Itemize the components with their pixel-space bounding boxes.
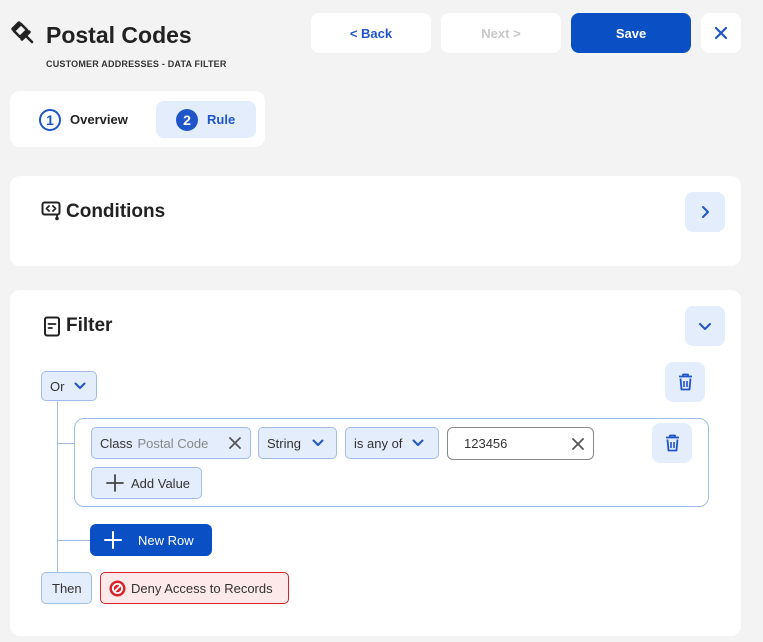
next-button[interactable]: Next > bbox=[441, 13, 561, 53]
step-label: Rule bbox=[207, 112, 236, 127]
new-row-button[interactable]: New Row bbox=[90, 524, 212, 556]
back-button[interactable]: < Back bbox=[311, 13, 431, 53]
deny-icon bbox=[109, 580, 126, 596]
save-button[interactable]: Save bbox=[571, 13, 691, 53]
page-title: Postal Codes bbox=[46, 22, 192, 48]
chevron-down-icon bbox=[699, 323, 711, 330]
step-overview[interactable]: 1 Overview bbox=[37, 101, 137, 138]
expand-conditions-button[interactable] bbox=[685, 192, 725, 232]
delete-row-button[interactable] bbox=[652, 423, 692, 463]
step-number: 1 bbox=[39, 108, 61, 131]
chevron-down-icon bbox=[312, 439, 324, 446]
add-value-button[interactable]: Add Value bbox=[91, 467, 202, 499]
filter-title: Filter bbox=[66, 315, 113, 336]
chevron-right-icon bbox=[702, 206, 709, 218]
step-rule[interactable]: 2 Rule bbox=[156, 101, 256, 138]
action-chip[interactable]: Deny Access to Records bbox=[100, 572, 289, 604]
value-input[interactable]: 123456 bbox=[447, 427, 594, 460]
plus-icon bbox=[104, 531, 122, 549]
type-select[interactable]: String bbox=[258, 427, 337, 459]
conditions-title: Conditions bbox=[66, 201, 166, 222]
comparator-value: is any of bbox=[354, 435, 403, 451]
tree-line bbox=[57, 401, 58, 572]
trash-icon bbox=[665, 434, 679, 452]
add-value-label: Add Value bbox=[131, 475, 191, 491]
operator-select[interactable]: Or bbox=[41, 371, 97, 401]
document-icon bbox=[44, 316, 60, 337]
page-subtitle: CUSTOMER ADDRESSES - DATA FILTER bbox=[46, 59, 227, 69]
comparator-select[interactable]: is any of bbox=[345, 427, 439, 459]
close-icon bbox=[714, 26, 728, 40]
operator-value: Or bbox=[50, 378, 65, 394]
value-text: 123456 bbox=[464, 436, 508, 451]
field-name: Postal Code bbox=[137, 435, 209, 451]
then-label: Then bbox=[41, 572, 92, 604]
close-button[interactable] bbox=[701, 13, 741, 53]
plus-icon bbox=[106, 474, 124, 492]
delete-group-button[interactable] bbox=[665, 362, 705, 402]
stepper: 1 Overview 2 Rule bbox=[10, 91, 265, 147]
action-label: Deny Access to Records bbox=[131, 580, 273, 596]
gavel-icon bbox=[11, 21, 34, 44]
field-chip[interactable]: Class Postal Code bbox=[91, 427, 251, 459]
type-value: String bbox=[267, 435, 301, 451]
step-number: 2 bbox=[176, 108, 198, 131]
code-branch-icon bbox=[41, 201, 61, 221]
trash-icon bbox=[678, 373, 692, 391]
then-text: Then bbox=[52, 580, 82, 596]
clear-value-icon[interactable] bbox=[572, 438, 584, 450]
remove-field-icon[interactable] bbox=[229, 437, 241, 449]
collapse-filter-button[interactable] bbox=[685, 306, 725, 346]
tree-branch bbox=[57, 443, 74, 444]
chevron-down-icon bbox=[74, 382, 86, 389]
new-row-label: New Row bbox=[138, 532, 194, 548]
tree-branch bbox=[57, 540, 90, 541]
step-label: Overview bbox=[70, 112, 128, 127]
chevron-down-icon bbox=[412, 439, 424, 446]
field-prefix: Class bbox=[100, 435, 133, 451]
